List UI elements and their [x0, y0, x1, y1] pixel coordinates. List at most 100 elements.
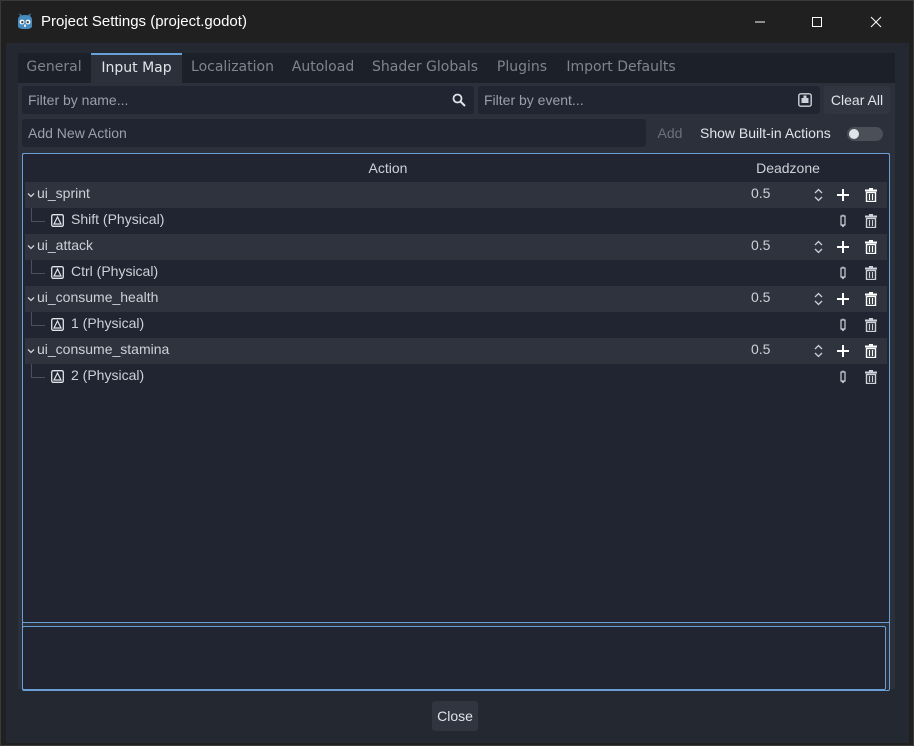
close-button[interactable]: Close — [432, 701, 478, 731]
tab-shader-globals[interactable]: Shader Globals — [365, 53, 485, 83]
tab-plugins[interactable]: Plugins — [488, 53, 556, 83]
pencil-icon — [840, 318, 846, 332]
tree-branch-line — [31, 364, 45, 378]
add-event-button[interactable] — [834, 342, 852, 360]
remove-action-button[interactable] — [862, 342, 880, 360]
action-name: ui_sprint — [37, 185, 90, 201]
keyboard-key-icon — [51, 214, 64, 227]
action-row[interactable]: ui_sprint 0.5 — [25, 182, 887, 208]
add-new-action-input[interactable] — [22, 119, 646, 147]
keyboard-key-icon — [51, 370, 64, 383]
edit-event-button[interactable] — [834, 368, 852, 386]
plus-icon — [837, 345, 849, 357]
spinner-arrows-icon[interactable] — [814, 292, 823, 306]
tab-bar: General Input Map Localization Autoload … — [18, 53, 895, 83]
filter-by-event-field[interactable] — [478, 86, 820, 114]
chevron-down-icon[interactable] — [27, 191, 35, 199]
tree-branch-line — [31, 260, 45, 274]
action-row[interactable]: ui_consume_health 0.5 — [25, 286, 887, 312]
pencil-icon — [840, 214, 846, 228]
event-name: 2 (Physical) — [71, 367, 145, 383]
spinner-arrows-icon[interactable] — [814, 344, 823, 358]
maximize-icon — [812, 17, 822, 27]
add-action-button[interactable]: Add — [652, 119, 688, 147]
chevron-down-icon[interactable] — [27, 243, 35, 251]
tab-import-defaults[interactable]: Import Defaults — [559, 53, 683, 83]
add-event-button[interactable] — [834, 290, 852, 308]
event-row[interactable]: Shift (Physical) — [25, 208, 887, 234]
event-row[interactable]: 1 (Physical) — [25, 312, 887, 338]
keyboard-key-icon — [51, 318, 64, 331]
trash-icon — [865, 370, 877, 384]
spinner-arrows-icon[interactable] — [814, 240, 823, 254]
spinner-arrows-icon[interactable] — [814, 188, 823, 202]
remove-event-button[interactable] — [862, 368, 880, 386]
event-name: Shift (Physical) — [71, 211, 165, 227]
edit-event-button[interactable] — [834, 264, 852, 282]
chevron-down-icon[interactable] — [27, 295, 35, 303]
minimize-icon — [755, 21, 765, 23]
project-settings-window: Project Settings (project.godot) General… — [0, 0, 914, 746]
event-row[interactable]: Ctrl (Physical) — [25, 260, 887, 286]
filter-by-name-field[interactable] — [22, 86, 474, 114]
maximize-button[interactable] — [788, 1, 846, 43]
godot-icon — [18, 13, 32, 29]
toggle-knob — [849, 129, 859, 139]
add-event-button[interactable] — [834, 238, 852, 256]
title-bar[interactable]: Project Settings (project.godot) — [1, 1, 913, 43]
dialog-content: General Input Map Localization Autoload … — [6, 43, 909, 743]
add-new-action-field[interactable] — [22, 119, 646, 147]
keyboard-listen-icon[interactable] — [798, 93, 812, 107]
event-row[interactable]: 2 (Physical) — [25, 364, 887, 390]
pencil-icon — [840, 370, 846, 384]
remove-action-button[interactable] — [862, 186, 880, 204]
close-window-button[interactable] — [847, 1, 905, 43]
column-header-action[interactable]: Action — [23, 154, 753, 182]
trash-icon — [865, 292, 877, 306]
remove-event-button[interactable] — [862, 264, 880, 282]
trash-icon — [865, 214, 877, 228]
action-row-bar — [25, 234, 826, 260]
input-action-tree[interactable]: Action Deadzone ui_sprint 0.5 Shift (Phy… — [22, 153, 890, 623]
tab-localization[interactable]: Localization — [184, 53, 281, 83]
edit-event-button[interactable] — [834, 212, 852, 230]
event-name: Ctrl (Physical) — [71, 263, 159, 279]
remove-event-button[interactable] — [862, 212, 880, 230]
tab-autoload[interactable]: Autoload — [284, 53, 362, 83]
tab-general[interactable]: General — [18, 53, 90, 83]
filter-by-event-input[interactable] — [478, 86, 820, 114]
action-name: ui_consume_stamina — [37, 341, 170, 357]
tab-input-map[interactable]: Input Map — [91, 53, 182, 83]
minimize-button[interactable] — [731, 1, 789, 43]
plus-icon — [837, 241, 849, 253]
filter-by-name-input[interactable] — [22, 86, 474, 114]
add-event-button[interactable] — [834, 186, 852, 204]
edit-event-button[interactable] — [834, 316, 852, 334]
action-name: ui_attack — [37, 237, 94, 253]
action-row-bar — [25, 182, 826, 208]
chevron-down-icon[interactable] — [27, 347, 35, 355]
search-icon — [452, 93, 466, 107]
trash-icon — [865, 266, 877, 280]
keyboard-key-icon — [51, 266, 64, 279]
trash-icon — [865, 344, 877, 358]
show-builtin-actions-label: Show Built-in Actions — [700, 125, 831, 141]
show-builtin-actions-toggle[interactable] — [847, 127, 883, 141]
action-row[interactable]: ui_attack 0.5 — [25, 234, 887, 260]
window-title: Project Settings (project.godot) — [41, 13, 247, 30]
remove-action-button[interactable] — [862, 290, 880, 308]
event-name: 1 (Physical) — [71, 315, 145, 331]
column-header-deadzone[interactable]: Deadzone — [753, 154, 823, 182]
trash-icon — [865, 188, 877, 202]
tree-branch-line — [31, 208, 45, 222]
plus-icon — [837, 293, 849, 305]
remove-event-button[interactable] — [862, 316, 880, 334]
action-row[interactable]: ui_consume_stamina 0.5 — [25, 338, 887, 364]
pencil-icon — [840, 266, 846, 280]
clear-all-button[interactable]: Clear All — [824, 86, 890, 114]
input-map-panel: Clear All Add Show Built-in Actions Acti… — [18, 83, 895, 691]
remove-action-button[interactable] — [862, 238, 880, 256]
details-box — [22, 626, 886, 690]
plus-icon — [837, 189, 849, 201]
trash-icon — [865, 240, 877, 254]
